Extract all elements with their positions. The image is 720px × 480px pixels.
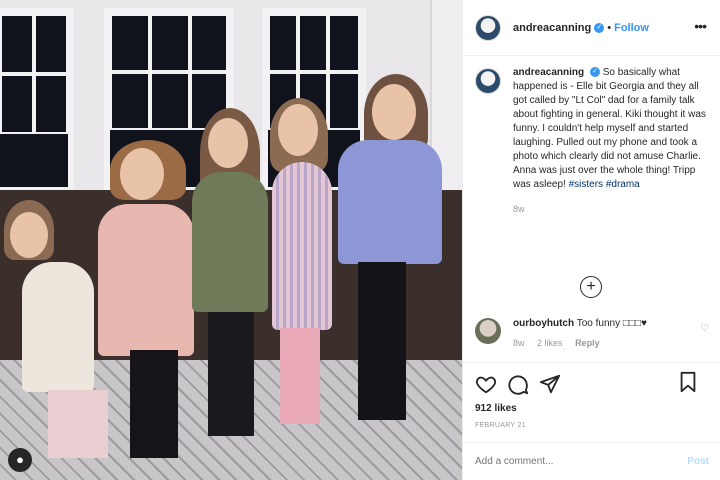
post-date: FEBRUARY 21 (475, 422, 526, 429)
kid-4-head (278, 104, 318, 156)
verified-badge-icon: ✓ (594, 22, 605, 33)
photo-window-left (0, 8, 74, 193)
caption-username[interactable]: andreacanning (513, 67, 584, 78)
share-icon[interactable] (539, 373, 561, 395)
avatar[interactable] (475, 14, 501, 41)
kid-5-head (372, 84, 416, 140)
kid-5-legs (358, 262, 406, 420)
add-comment-input[interactable] (475, 456, 688, 467)
comment-likes[interactable]: 2 likes (537, 338, 563, 348)
heart-icon[interactable] (475, 373, 497, 395)
caption: andreacanning ✓ So basically what happen… (475, 66, 709, 216)
comment-text: Too funny □□□♥ (576, 318, 647, 329)
caption-time: 8w (513, 204, 525, 214)
post-actions: 912 likes FEBRUARY 21 (463, 362, 720, 429)
kid-3-dress (192, 172, 268, 312)
verified-badge-icon: ✓ (589, 67, 600, 78)
post-photo[interactable]: ● (0, 0, 462, 480)
kid-2-dress (98, 204, 194, 356)
kid-4-dress (272, 162, 332, 330)
comment-icon[interactable] (507, 373, 529, 395)
post-button[interactable]: Post (687, 456, 709, 467)
comment-body: ourboyhutch Too funny □□□♥ 8w 2 likes Re… (513, 318, 647, 348)
comment-time: 8w (513, 338, 525, 348)
kid-3-head (208, 118, 248, 168)
reply-button[interactable]: Reply (575, 338, 600, 348)
hashtag-sisters[interactable]: #sisters (569, 179, 603, 190)
kid-2-head (120, 148, 164, 200)
comment-meta: 8w 2 likes Reply (513, 338, 647, 348)
tagged-users-icon[interactable]: ● (8, 448, 32, 472)
caption-text: So basically what happened is - Elle bit… (513, 67, 706, 190)
post-sidebar: andreacanning ✓ • Follow ••• andreacanni… (462, 0, 720, 480)
kid-3-legs (208, 312, 254, 436)
load-more-comments-button[interactable]: + (580, 276, 602, 298)
follow-button[interactable]: Follow (614, 22, 649, 34)
commenter-avatar[interactable] (475, 318, 501, 344)
header-username[interactable]: andreacanning (513, 22, 591, 34)
hashtag-drama[interactable]: #drama (606, 179, 640, 190)
list-item: ourboyhutch Too funny □□□♥ 8w 2 likes Re… (475, 318, 709, 348)
likes-count[interactable]: 912 likes (475, 403, 709, 414)
bookmark-icon[interactable] (677, 371, 699, 393)
comment-username[interactable]: ourboyhutch (513, 318, 574, 329)
comments-section: andreacanning ✓ So basically what happen… (463, 66, 720, 366)
kid-2-legs (130, 350, 178, 458)
caption-avatar[interactable] (475, 68, 501, 94)
kid-5-top (338, 140, 442, 264)
comment-like-icon[interactable]: ♡ (700, 323, 709, 334)
add-comment-bar: Post (463, 442, 720, 480)
more-options-icon[interactable]: ••• (694, 18, 707, 34)
caption-body: andreacanning ✓ So basically what happen… (513, 66, 708, 216)
kid-4-legs (280, 328, 320, 424)
action-icons (475, 371, 709, 397)
kid-1-legs (48, 390, 108, 458)
header-separator: • (607, 21, 612, 34)
kid-1-dress (22, 262, 94, 392)
post-header: andreacanning ✓ • Follow ••• (463, 0, 720, 56)
kid-1-head (10, 212, 48, 258)
